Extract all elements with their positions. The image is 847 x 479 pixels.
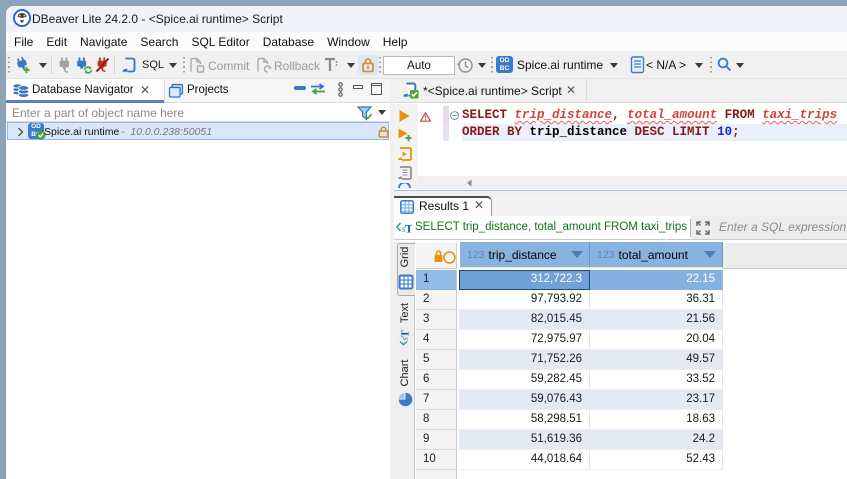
svg-text:T: T: [405, 222, 412, 236]
svg-text:T: T: [400, 330, 412, 337]
